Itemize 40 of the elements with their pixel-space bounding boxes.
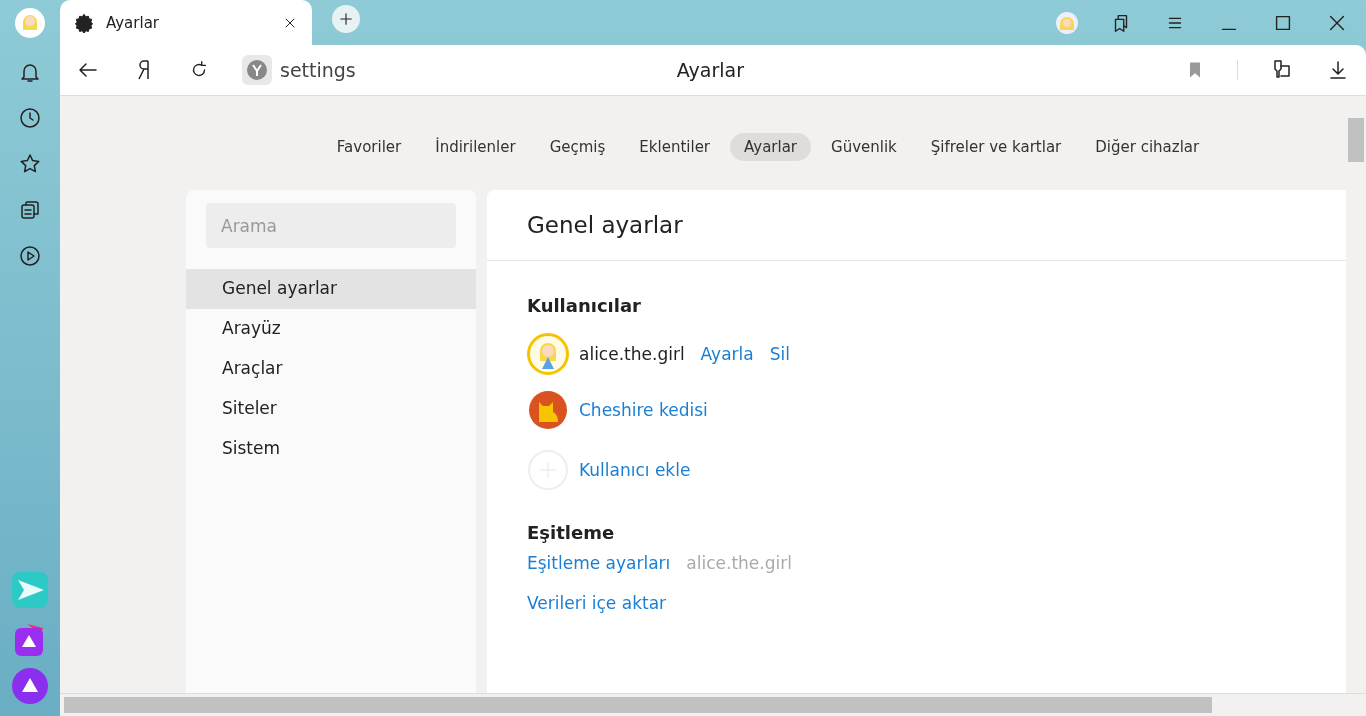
nav-tab[interactable]: Eklentiler [625,133,725,161]
nav-tab[interactable]: Güvenlik [817,133,911,161]
history-icon[interactable] [18,106,42,130]
collections-icon[interactable] [18,198,42,222]
search-field[interactable]: Arama [206,203,456,248]
panel-title: Genel ayarlar [487,190,1346,261]
sidebar-item[interactable]: Arayüz [186,309,476,349]
nav-tab[interactable]: Ayarlar [730,133,812,161]
page-title: Ayarlar [675,59,745,81]
nav-tab[interactable]: Şifreler ve kartlar [916,133,1076,161]
new-tab-button[interactable] [332,4,360,33]
scrollbar-thumb[interactable] [64,697,1212,713]
nav-tab[interactable]: İndirilenler [421,133,530,161]
add-user-link[interactable]: Kullanıcı ekle [579,460,691,480]
browser-tab[interactable]: Ayarlar [60,0,312,45]
address-text[interactable]: settings [280,59,356,81]
sync-account: alice.the.girl [686,553,792,573]
tab-title: Ayarlar [106,13,160,32]
sidebar-item[interactable]: Genel ayarlar [186,269,476,309]
scrollbar-thumb[interactable] [1348,118,1364,162]
nav-tab[interactable]: Favoriler [322,133,416,161]
import-data-link[interactable]: Verileri içe aktar [527,593,667,613]
section-heading: Kullanıcılar [527,295,642,316]
user-name: alice.the.girl [579,344,685,364]
user-action-link[interactable]: Ayarla [700,344,754,364]
nav-tab[interactable]: Diğer cihazlar [1081,133,1214,161]
user-avatar [529,391,567,429]
sidebar-item[interactable]: Sistem [186,429,476,469]
play-icon[interactable] [18,244,42,268]
assistant-circle-icon[interactable] [12,668,48,704]
user-name-link[interactable]: Cheshire kedisi [579,400,708,420]
sidebar-item[interactable]: Araçlar [186,349,476,389]
sidebar-item[interactable]: Siteler [186,389,476,429]
user-action-link[interactable]: Sil [769,344,790,364]
site-icon[interactable] [242,55,272,85]
section-heading: Eşitleme [527,522,616,543]
settings-icon[interactable] [74,12,94,33]
nav-tab[interactable]: Geçmiş [535,133,620,161]
sync-settings-link[interactable]: Eşitleme ayarları [527,553,671,573]
user-avatar [527,333,569,375]
